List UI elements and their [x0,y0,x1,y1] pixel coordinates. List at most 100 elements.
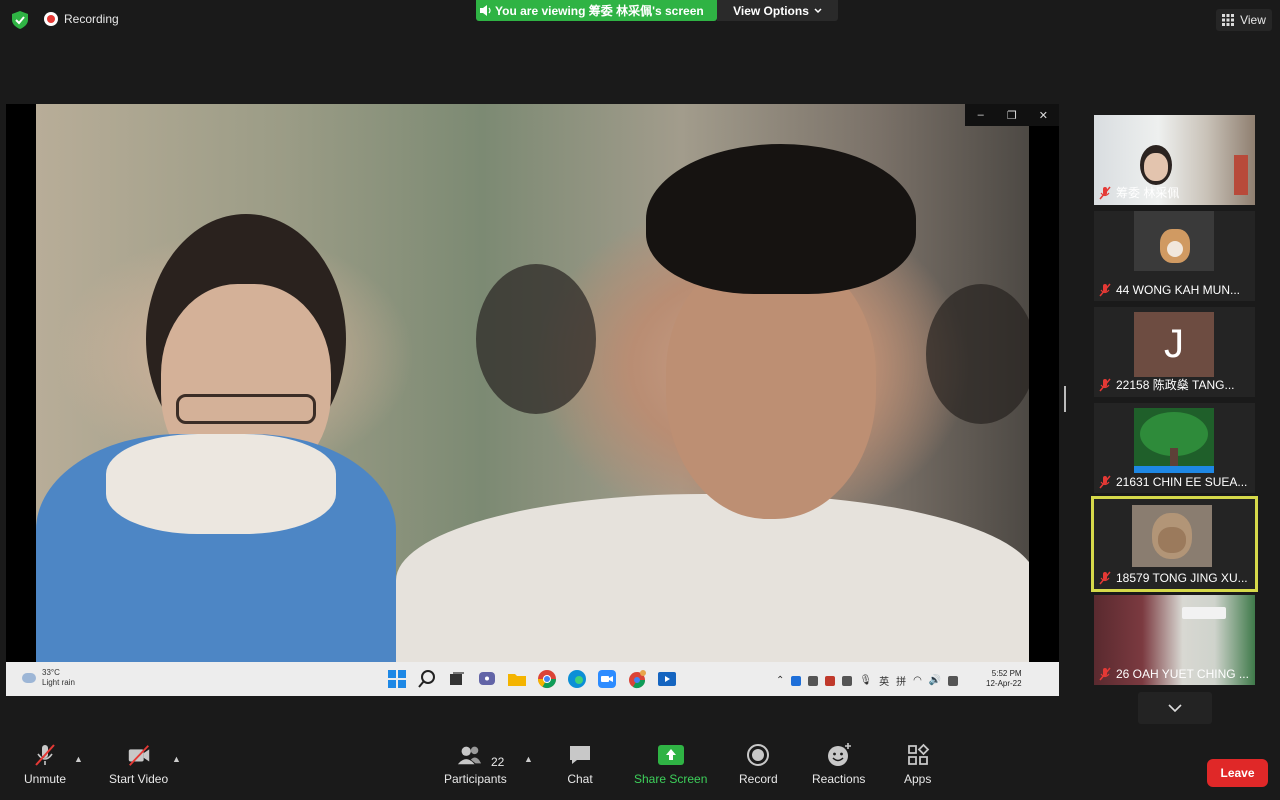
participant-name: 26 OAH YUET CHING ... [1098,667,1251,681]
participant-avatar: J [1134,312,1214,377]
mic-muted-icon [1099,186,1111,199]
participants-label: Participants [444,772,507,786]
girl-collar [106,434,336,534]
apps-label: Apps [904,772,932,786]
participant-video [1134,408,1214,473]
view-options-button[interactable]: View Options [717,0,838,21]
weather-widget[interactable]: 33°C Light rain [22,668,75,688]
participant-tile[interactable]: 44 WONG KAH MUN... [1094,211,1255,301]
bluetooth-icon[interactable] [791,675,802,686]
search-icon[interactable] [417,669,437,689]
microphone-muted-icon [35,744,55,766]
zoom-app-icon[interactable] [597,669,617,689]
recording-indicator[interactable]: Recording [44,12,119,26]
mic-muted-icon [1099,283,1111,297]
shared-window-controls: – ❐ ✕ [965,104,1059,126]
media-player-icon[interactable] [657,669,677,689]
minimize-icon[interactable]: – [965,104,996,126]
share-screen-icon [657,745,684,765]
speaker-icon [480,5,491,16]
thumbnails-scroll-down-button[interactable] [1138,692,1212,724]
start-video-button[interactable]: Start Video [109,742,168,786]
file-explorer-icon[interactable] [507,669,527,689]
security-shield-icon[interactable] [12,11,28,29]
video-options-caret-icon[interactable]: ▲ [172,754,181,764]
participant-tile[interactable]: 筹委 林采佩 [1094,115,1255,205]
windows-taskbar: 33°C Light rain ⌃ 🎙 英 拼 ◠ 🔊 5:52 PM 12-A… [6,662,1059,696]
chrome-icon[interactable] [537,669,557,689]
chat-button[interactable]: Chat [567,742,593,786]
taskbar-apps [387,669,677,689]
chat-label: Chat [567,772,593,786]
unmute-button[interactable]: Unmute [24,742,66,786]
weather-temp: 33°C [42,668,60,677]
record-icon [747,744,770,766]
wifi-icon[interactable]: ◠ [913,675,922,686]
reactions-button[interactable]: Reactions [812,742,865,786]
restore-icon[interactable]: ❐ [996,104,1027,126]
leave-button[interactable]: Leave [1207,759,1268,787]
audio-options-caret-icon[interactable]: ▲ [74,754,83,764]
record-button[interactable]: Record [739,742,778,786]
antivirus-icon[interactable] [825,675,836,686]
participant-video [1134,211,1214,271]
apps-button[interactable]: Apps [904,742,931,786]
mic-muted-icon [1099,378,1111,391]
share-screen-label: Share Screen [634,772,708,786]
rain-cloud-icon [22,673,36,683]
viewing-banner-text: You are viewing 筹委 林采佩's screen [495,4,704,18]
recording-label: Recording [64,12,119,26]
microphone-icon[interactable]: 🎙 [859,675,872,686]
participant-tile[interactable]: J 22158 陈政燊 TANG... [1094,307,1255,397]
task-view-icon[interactable] [447,669,467,689]
participant-name: 21631 CHIN EE SUEA... [1098,475,1251,489]
input-language[interactable]: 英 [879,673,889,688]
reactions-smiley-icon [827,743,851,766]
participant-tile[interactable]: 21631 CHIN EE SUEA... [1094,403,1255,493]
teams-chat-icon[interactable] [477,669,497,689]
clock-time: 5:52 PM [991,669,1022,678]
tray-app-icon[interactable] [808,675,819,686]
chat-bubble-icon [570,746,590,764]
view-layout-button[interactable]: View [1216,9,1272,31]
system-tray: ⌃ 🎙 英 拼 ◠ 🔊 [776,673,959,688]
windows-start-icon[interactable] [387,669,407,689]
close-icon[interactable]: ✕ [1028,104,1059,126]
shared-screen[interactable]: – ❐ ✕ 33°C Light rain ⌃ 🎙 英 拼 ◠ 🔊 5:52 P… [6,104,1059,696]
volume-icon[interactable]: 🔊 [929,675,941,686]
chevron-up-icon[interactable]: ⌃ [776,675,784,686]
unmute-label: Unmute [24,772,67,786]
taskbar-clock[interactable]: 5:52 PM 12-Apr-22 [986,669,1022,689]
shared-video-frame [36,104,1029,662]
participant-name: 22158 陈政燊 TANG... [1098,376,1251,393]
chrome-profile-icon[interactable] [627,669,647,689]
tray-app-icon[interactable] [842,675,853,686]
participant-name: 18579 TONG JING XU... [1098,571,1251,585]
reactions-label: Reactions [812,772,866,786]
background-student [476,264,596,414]
mic-muted-icon [1099,571,1111,585]
participant-tile-active-speaker[interactable]: 18579 TONG JING XU... [1091,496,1258,592]
viewing-banner: You are viewing 筹委 林采佩's screen [476,0,717,21]
background-student [926,284,1029,424]
start-video-label: Start Video [109,772,169,786]
participant-name: 44 WONG KAH MUN... [1098,283,1251,297]
zoom-meeting-window: Recording You are viewing 筹委 林采佩's scree… [0,0,1280,800]
panel-resize-handle[interactable] [1064,386,1066,412]
boy-shirt [396,494,1029,662]
mic-muted-icon [1099,667,1111,681]
record-dot-icon [44,12,58,26]
view-options-label: View Options [733,3,809,18]
input-method[interactable]: 拼 [896,673,906,688]
edge-icon[interactable] [567,669,587,689]
meeting-toolbar: Unmute ▲ Start Video ▲ Participants 22 ▲ [0,742,1280,800]
battery-icon[interactable] [948,675,959,686]
chevron-down-icon [814,7,822,13]
share-screen-button[interactable]: Share Screen [634,742,707,786]
record-label: Record [739,772,778,786]
mic-muted-icon [1099,475,1111,489]
participants-icon [458,746,482,765]
boy-hair [646,144,916,294]
participants-options-caret-icon[interactable]: ▲ [524,754,533,764]
participant-tile[interactable]: 26 OAH YUET CHING ... [1094,595,1255,685]
